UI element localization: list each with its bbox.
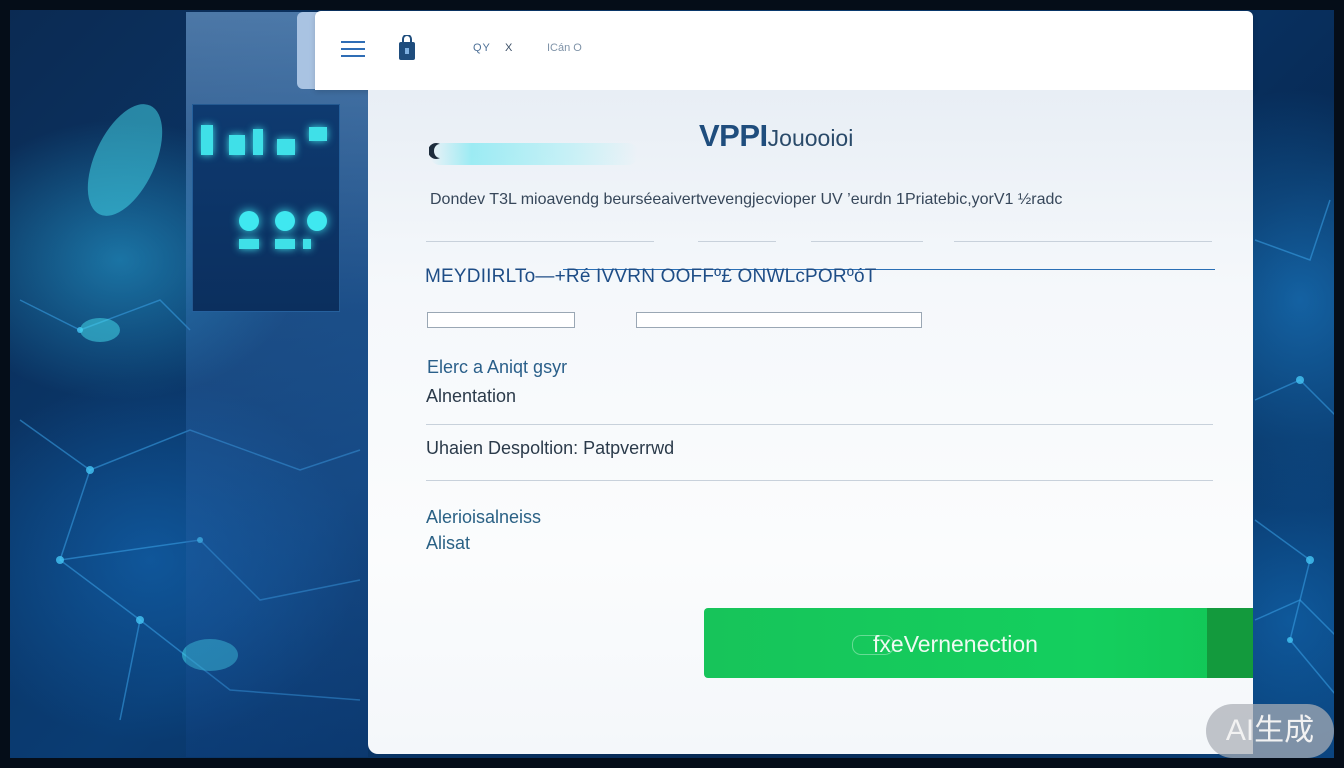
primary-action-label: fxeVernenection — [873, 631, 1038, 657]
page-description: Dondev T3L mioavendg beurséeaivertveveng… — [430, 191, 1063, 208]
short-input-field[interactable] — [427, 312, 575, 328]
glow-bar-decoration — [309, 127, 327, 141]
button-edge — [1207, 608, 1253, 678]
section-label: Alerioisalneiss — [426, 507, 542, 527]
divider — [426, 424, 1213, 425]
glow-bar-decoration — [239, 239, 259, 249]
field-value[interactable]: Alnentation — [426, 386, 516, 407]
glow-bar-decoration — [253, 129, 263, 155]
section-value: Alisat — [426, 533, 471, 553]
glow-bar-decoration — [275, 239, 295, 249]
long-input-field[interactable] — [636, 312, 922, 328]
section-heading: MEYDIIRLTo—+Ré IVVRN OOFFº£ ONWLcPORºóT — [425, 266, 877, 287]
field-label: Elerc a Aniqt gsyr — [427, 357, 568, 377]
menu-icon-line — [341, 41, 365, 43]
glow-bar-decoration — [201, 125, 213, 155]
bag-icon[interactable] — [398, 35, 416, 61]
glow-dot-decoration — [239, 211, 259, 231]
moon-icon — [429, 143, 440, 159]
ai-generated-watermark: AI生成 — [1206, 704, 1334, 758]
title-sub: Jouooioi — [767, 125, 854, 151]
divider — [426, 241, 654, 242]
primary-action-button[interactable]: fxeVernenection — [704, 608, 1253, 678]
divider — [811, 241, 923, 242]
divider — [698, 241, 776, 242]
glow-dot-decoration — [307, 211, 327, 231]
top-header-bar: QY X ICán O — [315, 11, 1253, 90]
header-label-a[interactable]: QY — [473, 42, 491, 54]
header-close-label[interactable]: X — [505, 42, 512, 54]
divider — [954, 241, 1212, 242]
glow-bar-decoration — [303, 239, 311, 249]
circuit-panel-decoration — [192, 104, 340, 312]
title-main: VPPI — [699, 118, 768, 153]
header-label-c[interactable]: ICán O — [547, 42, 582, 54]
divider — [426, 480, 1213, 481]
glow-bar-decoration — [277, 139, 295, 155]
main-panel: VPPIJouooioi Dondev T3L mioavendg beursé… — [368, 90, 1253, 754]
glow-highlight-bar — [430, 143, 638, 165]
page-title: VPPIJouooioi — [699, 118, 853, 154]
row-label[interactable]: Uhaien Despoltion: Patpverrwd — [426, 438, 674, 459]
menu-icon[interactable] — [341, 41, 365, 57]
menu-icon-line — [341, 55, 365, 57]
glow-dot-decoration — [275, 211, 295, 231]
glow-bar-decoration — [229, 135, 245, 155]
menu-icon-line — [341, 48, 365, 50]
